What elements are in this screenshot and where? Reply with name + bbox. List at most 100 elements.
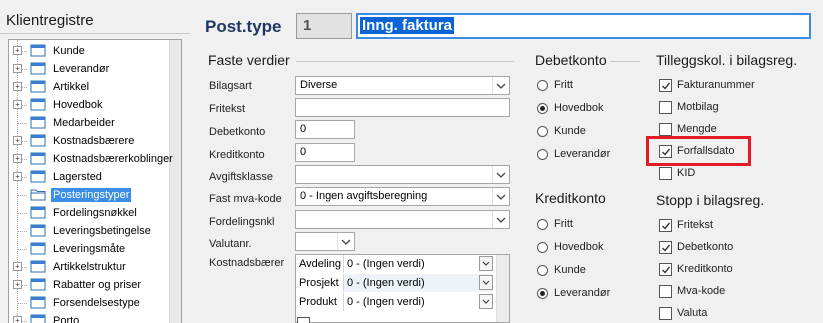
chevron-down-icon[interactable] — [479, 256, 493, 271]
tree-item[interactable]: + Kostnadsbærerkoblinger — [9, 150, 173, 168]
tree-item-label: Forsendelsestype — [53, 297, 140, 309]
stopp-checkbox-label: Mva-kode — [677, 285, 726, 297]
debetkonto-label: Debetkonto — [209, 126, 266, 138]
tilleggskol-checkbox[interactable] — [659, 101, 672, 114]
tilleggskol-checkbox[interactable] — [659, 167, 672, 180]
tree-item[interactable]: Medarbeider — [9, 114, 171, 132]
folder-icon — [30, 278, 46, 291]
kreditkonto-radio[interactable] — [537, 265, 548, 276]
bilagsart-select[interactable]: Diverse — [295, 76, 510, 95]
avgiftsklasse-select[interactable] — [295, 165, 510, 184]
tilleggskol-checkbox[interactable] — [659, 123, 672, 136]
posttype-title: Post.type — [205, 17, 282, 36]
expand-icon[interactable]: + — [13, 172, 22, 181]
chevron-down-icon[interactable] — [479, 294, 493, 309]
tree-item[interactable]: + Porto — [9, 312, 171, 323]
stopp-checkbox[interactable] — [659, 307, 672, 320]
posttype-name-field[interactable]: Inng. faktura — [356, 13, 811, 39]
tree-item[interactable]: + Lagersted — [9, 168, 171, 186]
debetkonto-radio[interactable] — [537, 80, 548, 91]
tree-item[interactable]: Leveringsmåte — [9, 240, 171, 258]
tree-title: Klientregistre — [6, 12, 94, 29]
tree-item[interactable]: + Artikkelstruktur — [9, 258, 171, 276]
expand-icon[interactable]: + — [13, 82, 22, 91]
expand-icon[interactable]: + — [13, 316, 22, 323]
stopp-checkbox[interactable] — [659, 263, 672, 276]
stopp-checkbox-label: Kreditkonto — [677, 263, 733, 275]
tree-item[interactable]: + Hovedbok — [9, 96, 171, 114]
tree-item[interactable]: Forsendelsestype — [9, 294, 171, 312]
valutanr-label: Valutanr. — [209, 238, 252, 250]
tilleggskol-checkbox[interactable] — [659, 79, 672, 92]
debetkonto-radio[interactable] — [537, 126, 548, 137]
expand-icon[interactable]: + — [13, 154, 22, 163]
kostnadsbaerer-name: Avdeling — [299, 258, 341, 270]
expand-icon[interactable]: + — [13, 280, 22, 289]
kostnadsbaerer-name: Produkt — [299, 296, 337, 308]
kostnadsbaerer-row[interactable]: Avdeling 0 - (Ingen verdi) — [296, 255, 496, 274]
tree-item[interactable]: + Rabatter og priser — [9, 276, 171, 294]
tree-item[interactable]: + Leverandør — [9, 60, 171, 78]
debetkonto-radio[interactable] — [537, 149, 548, 160]
kreditkonto-radio[interactable] — [537, 288, 548, 299]
valutanr-select[interactable] — [295, 232, 355, 251]
fordelingsnkl-label: Fordelingsnkl — [209, 216, 275, 228]
expand-icon[interactable]: + — [13, 136, 22, 145]
faste-verdier-divider — [296, 61, 514, 62]
tree-item[interactable]: Leveringsbetingelse — [9, 222, 171, 240]
fritekst-input[interactable] — [295, 98, 510, 117]
fritekst-label: Fritekst — [209, 103, 246, 115]
posttype-number-field[interactable]: 1 — [296, 13, 352, 39]
kreditkonto-radio[interactable] — [537, 242, 548, 253]
kostnadsbaerer-value[interactable]: 0 - (Ingen verdi) — [343, 255, 493, 273]
stopp-checkbox[interactable] — [659, 219, 672, 232]
tree-item[interactable]: Fordelingsnøkkel — [9, 204, 171, 222]
debetkonto-radio-label: Hovedbok — [554, 102, 604, 114]
folder-icon — [30, 242, 46, 255]
debetkonto-radio[interactable] — [537, 103, 548, 114]
chevron-down-icon[interactable] — [492, 166, 509, 183]
kreditkonto-input[interactable]: 0 — [295, 143, 355, 162]
tree-item[interactable]: Posteringstyper — [9, 186, 171, 204]
expand-icon[interactable]: + — [13, 262, 22, 271]
tree-item[interactable]: + Artikkel — [9, 78, 171, 96]
kreditkonto-radio-label: Kunde — [554, 264, 586, 276]
tree-item[interactable]: + Kunde — [9, 42, 171, 60]
tilleggskol-checkbox-label: Motbilag — [677, 101, 719, 113]
folder-icon — [30, 170, 46, 183]
kreditkonto-radio-label: Hovedbok — [554, 241, 604, 253]
kostnadsbaerer-row[interactable]: Produkt 0 - (Ingen verdi) — [296, 293, 496, 312]
chevron-down-icon[interactable] — [337, 233, 354, 250]
kostnadsbaerer-scrollbar[interactable] — [496, 255, 509, 322]
expand-icon[interactable]: + — [13, 100, 22, 109]
debetkonto-heading: Debetkonto — [535, 52, 607, 68]
stopp-checkbox[interactable] — [659, 285, 672, 298]
kostnadsbaerer-grid[interactable]: Avdeling 0 - (Ingen verdi) Prosjekt 0 - … — [295, 254, 510, 323]
kostnadsbaerer-value[interactable]: 0 - (Ingen verdi) — [343, 293, 493, 311]
tree-item-label: Posteringstyper — [51, 188, 132, 202]
chevron-down-icon[interactable] — [492, 188, 509, 205]
stopp-checkbox[interactable] — [659, 241, 672, 254]
tree-connector — [17, 303, 27, 304]
folder-icon — [30, 224, 46, 237]
stopp-heading: Stopp i bilagsreg. — [656, 192, 765, 208]
chevron-down-icon[interactable] — [492, 211, 509, 228]
expand-icon[interactable]: + — [13, 46, 22, 55]
kreditkonto-radio[interactable] — [537, 219, 548, 230]
tree-item-label: Hovedbok — [53, 99, 103, 111]
tilleggskol-checkbox-label: Fakturanummer — [677, 79, 755, 91]
debetkonto-input[interactable]: 0 — [295, 120, 355, 139]
kostnadsbaerer-value[interactable]: 0 - (Ingen verdi) — [343, 274, 493, 292]
expand-icon[interactable]: + — [13, 64, 22, 73]
tree-connector — [17, 213, 27, 214]
chevron-down-icon[interactable] — [492, 77, 509, 94]
chevron-down-icon[interactable] — [479, 275, 493, 290]
tree-item[interactable]: + Kostnadsbærere — [9, 132, 171, 150]
fast-mva-select[interactable]: 0 - Ingen avgiftsberegning — [295, 187, 510, 206]
klientregistre-tree[interactable]: + Kunde + Leverandør + Artikkel + Hovedbok Medar… — [8, 39, 182, 323]
kostnadsbaerer-row[interactable]: Prosjekt 0 - (Ingen verdi) — [296, 274, 496, 293]
tree-item-label: Kostnadsbærerkoblinger — [53, 153, 173, 165]
fordelingsnkl-select[interactable] — [295, 210, 510, 229]
bruk-kostnadsbaerer-checkbox[interactable] — [297, 317, 310, 323]
tree-item-label: Porto — [53, 315, 80, 323]
